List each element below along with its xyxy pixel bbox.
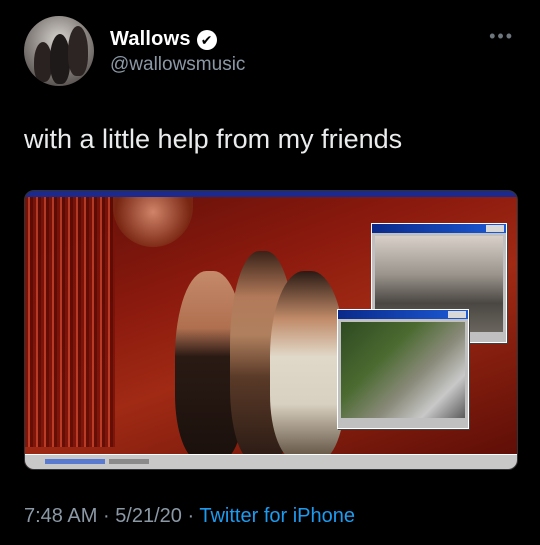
display-name[interactable]: Wallows ✔: [110, 28, 217, 51]
tweet-time[interactable]: 7:48 AM: [24, 505, 97, 527]
tweet-media-image[interactable]: [24, 190, 518, 470]
disco-ball: [113, 197, 193, 247]
avatar-figure: [68, 26, 88, 76]
user-handle[interactable]: @wallowsmusic: [110, 54, 245, 76]
tinsel-curtain: [25, 197, 115, 447]
more-options-icon[interactable]: •••: [489, 26, 514, 47]
display-name-text: Wallows: [110, 28, 191, 50]
tweet-text: with a little help from my friends: [24, 124, 403, 154]
tweet-meta: 7:48 AM · 5/21/20 · Twitter for iPhone: [24, 505, 355, 528]
window-content: [341, 322, 465, 418]
retro-window-band: [337, 309, 469, 429]
media-status-bar: [25, 454, 517, 469]
status-bar-segment: [109, 459, 149, 464]
status-bar-segment: [45, 459, 105, 464]
profile-avatar[interactable]: [24, 16, 94, 86]
meta-separator: ·: [187, 505, 195, 527]
tweet-date[interactable]: 5/21/20: [115, 505, 182, 527]
window-controls: [486, 225, 504, 232]
tweet-source-link[interactable]: Twitter for iPhone: [199, 505, 355, 527]
window-controls: [448, 311, 466, 318]
person-figure: [270, 271, 345, 461]
verified-badge-icon: ✔: [196, 29, 217, 50]
avatar-figure: [50, 34, 70, 84]
meta-separator: ·: [102, 505, 110, 527]
